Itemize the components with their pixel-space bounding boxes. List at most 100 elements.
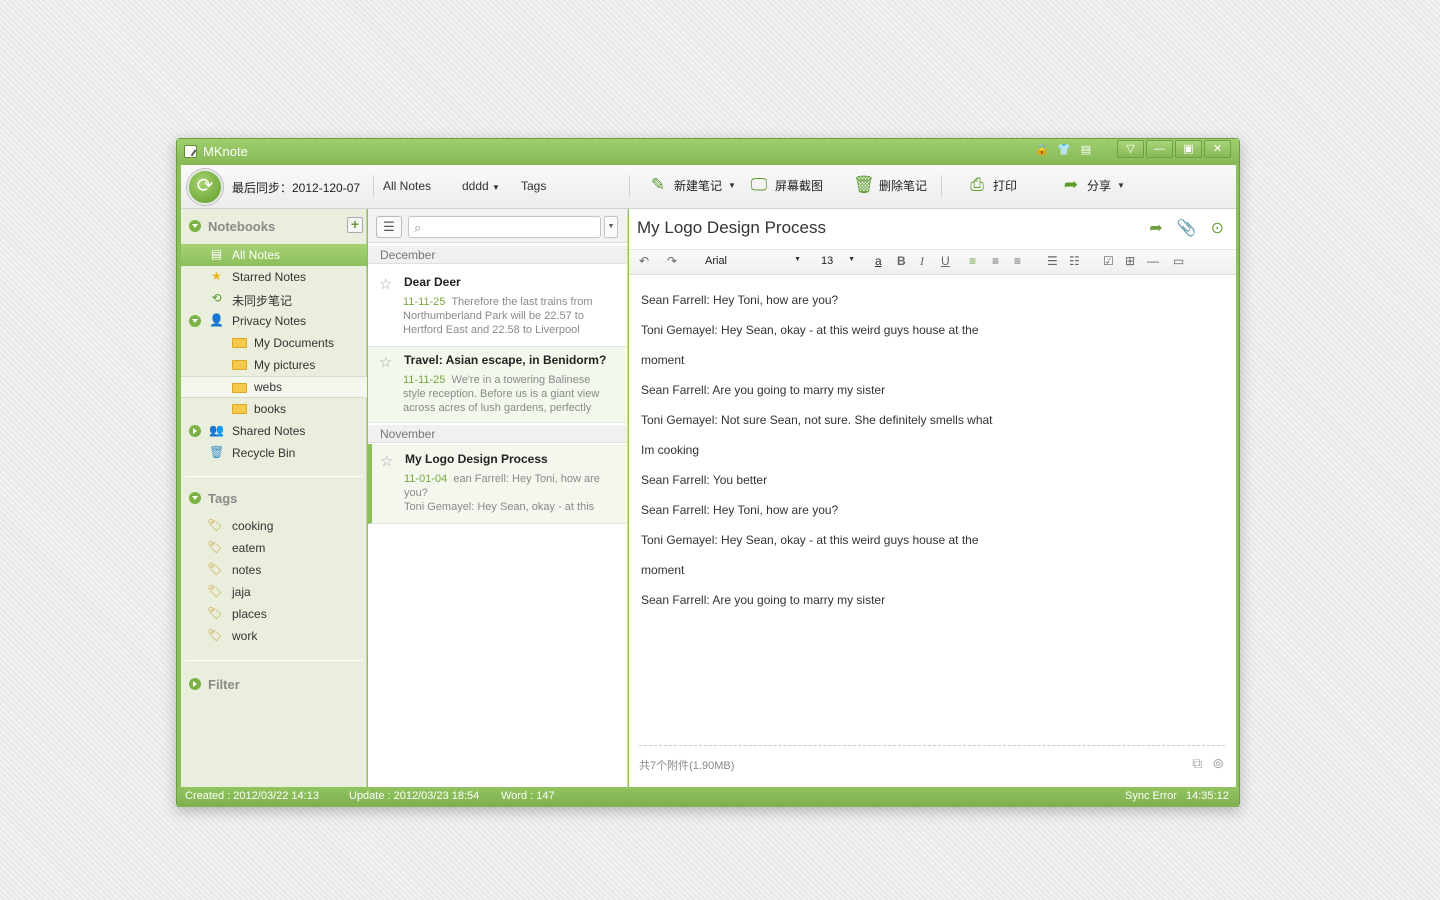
sidebar-item-recycle-bin[interactable]: 🗑 Recycle Bin (181, 442, 367, 464)
share-button[interactable]: ➦ 分享 ▼ (1061, 175, 1125, 195)
sync-button[interactable]: ⟳ (187, 169, 223, 205)
new-note-button[interactable]: ✎ 新建笔记 ▼ (648, 175, 736, 195)
sidebar-item-all-notes[interactable]: ▤ All Notes (181, 244, 367, 266)
note-line: moment (641, 353, 685, 367)
notebooks-section-header[interactable]: Notebooks + (181, 211, 367, 241)
filter-header-label: Filter (208, 677, 240, 692)
attachments-summary[interactable]: 共7个附件(1.90MB) (639, 757, 734, 773)
attachment-save-icon[interactable]: ⧉ (1192, 755, 1202, 772)
attachment-expand-icon[interactable]: ⊚ (1212, 755, 1224, 772)
star-outline-icon[interactable]: ☆ (380, 452, 393, 470)
group-header-november: November (368, 425, 627, 443)
folder-icon (232, 404, 247, 414)
sidebar-item-my-pictures[interactable]: My pictures (181, 354, 367, 376)
tag-label: places (232, 607, 267, 621)
align-center-icon[interactable]: ≡ (992, 254, 999, 268)
sync-status[interactable]: Sync Error (1125, 790, 1177, 802)
note-line: Sean Farrell: Are you going to marry my … (641, 593, 886, 607)
checkbox-icon[interactable]: ☑ (1103, 254, 1114, 268)
folder-icon (232, 338, 247, 348)
search-box[interactable]: ⌕ (408, 216, 601, 238)
notes-icon: ▤ (210, 247, 223, 261)
add-notebook-button[interactable]: + (347, 217, 363, 233)
app-window: MKnote 🔒 👕 ▤ ▽ — ▣ ✕ ⟳ 最后同步：2012-120-07 … (176, 138, 1240, 807)
note-line: Toni Gemayel: Not sure Sean, not sure. S… (641, 413, 993, 427)
note-item-travel[interactable]: ☆ Travel: Asian escape, in Benidorm? 11-… (368, 347, 627, 423)
sidebar-item-starred-notes[interactable]: ★ Starred Notes (181, 266, 367, 288)
menu-dropdown-button[interactable]: ▽ (1117, 140, 1144, 158)
sidebar-item-unsynced-notes[interactable]: ⟲ 未同步笔记 (181, 288, 367, 310)
close-button[interactable]: ✕ (1204, 140, 1231, 158)
tag-item-work[interactable]: 🏷 work (181, 625, 367, 647)
folder-icon (232, 360, 247, 370)
word-count: Word : 147 (501, 790, 555, 802)
redo-icon[interactable]: ↷ (667, 254, 677, 268)
sidebar-item-my-documents[interactable]: My Documents (181, 332, 367, 354)
list-view-button[interactable]: ☰ (376, 216, 402, 238)
maximize-button[interactable]: ▣ (1175, 140, 1202, 158)
shirt-icon[interactable]: 👕 (1057, 143, 1071, 157)
note-item-logo-design[interactable]: ☆ My Logo Design Process 11-01-04 ean Fa… (368, 444, 627, 524)
sidebar-item-privacy-notes[interactable]: 👤 Privacy Notes (181, 310, 367, 332)
expand-icon[interactable] (189, 425, 201, 437)
italic-icon[interactable]: I (920, 254, 924, 269)
notebook-filter-label: dddd (462, 179, 489, 193)
user-icon: 👤 (209, 313, 224, 327)
search-input[interactable] (433, 219, 593, 235)
star-outline-icon[interactable]: ☆ (379, 275, 392, 293)
search-options-dropdown[interactable]: ▼ (604, 216, 618, 238)
numbered-list-icon[interactable]: ☷ (1069, 254, 1080, 268)
sidebar-item-books[interactable]: books (181, 398, 367, 420)
note-snippet: 11-11-25 We're in a towering Balinese st… (403, 373, 615, 415)
tags-link[interactable]: Tags (521, 179, 546, 193)
tag-item-cooking[interactable]: 🏷 cooking (181, 515, 367, 537)
table-icon[interactable]: ⊞ (1125, 254, 1135, 268)
print-button[interactable]: ⎙ 打印 (967, 175, 1017, 195)
bullet-list-icon[interactable]: ☰ (1047, 254, 1058, 268)
all-notes-link[interactable]: All Notes (383, 179, 431, 193)
font-family-select[interactable]: Arial ▼ (705, 255, 801, 267)
users-icon: 👥 (209, 423, 224, 437)
font-color-icon[interactable]: a (875, 254, 882, 268)
horizontal-rule-icon[interactable]: — (1147, 254, 1159, 268)
bold-icon[interactable]: B (897, 254, 906, 268)
filter-section-header[interactable]: Filter (181, 669, 367, 699)
tags-header-label: Tags (208, 491, 238, 506)
tags-section-header[interactable]: Tags (181, 483, 367, 513)
notebook-filter-dropdown[interactable]: dddd ▼ (462, 179, 500, 193)
share-forward-icon[interactable]: ➦ (1149, 218, 1162, 238)
star-outline-icon[interactable]: ☆ (379, 353, 392, 371)
unsync-icon: ⟲ (211, 291, 222, 305)
more-options-icon[interactable]: ⊙ (1211, 218, 1224, 238)
tag-item-jaja[interactable]: 🏷 jaja (181, 581, 367, 603)
align-left-icon[interactable]: ≡ (969, 254, 976, 268)
note-date: 11-11-25 (403, 374, 446, 386)
sidebar-item-webs[interactable]: webs (181, 376, 367, 398)
align-right-icon[interactable]: ≡ (1014, 254, 1021, 268)
undo-icon[interactable]: ↶ (639, 254, 649, 268)
underline-icon[interactable]: U (941, 254, 950, 268)
note-line: Toni Gemayel: Hey Sean, okay - at this w… (641, 323, 979, 337)
tag-item-notes[interactable]: 🏷 notes (181, 559, 367, 581)
minimize-button[interactable]: — (1146, 140, 1173, 158)
note-body[interactable]: Sean Farrell: Hey Toni, how are you? Ton… (641, 285, 1221, 615)
sidebar-item-label: webs (254, 380, 283, 394)
tag-item-eatem[interactable]: 🏷 eatem (181, 537, 367, 559)
font-size-select[interactable]: 13 ▼ (821, 255, 855, 267)
note-item-dear-deer[interactable]: ☆ Dear Deer 11-11-25 Therefore the last … (368, 265, 627, 347)
image-icon[interactable]: ▭ (1173, 254, 1184, 268)
font-family-value: Arial (705, 255, 728, 267)
message-icon[interactable]: ▤ (1079, 143, 1093, 157)
note-title: Dear Deer (404, 275, 461, 289)
lock-icon[interactable]: 🔒 (1035, 143, 1049, 157)
title-bar[interactable]: MKnote 🔒 👕 ▤ ▽ — ▣ ✕ (177, 139, 1239, 165)
tag-item-places[interactable]: 🏷 places (181, 603, 367, 625)
expand-icon[interactable] (189, 315, 201, 327)
note-title-field[interactable]: My Logo Design Process (637, 218, 826, 238)
sidebar-item-shared-notes[interactable]: 👥 Shared Notes (181, 420, 367, 442)
screenshot-button[interactable]: 🖵 屏幕截图 (749, 175, 823, 195)
delete-note-button[interactable]: 🗑 删除笔记 (853, 175, 927, 195)
collapse-icon (189, 220, 201, 232)
attach-icon[interactable]: 📎 (1177, 218, 1197, 238)
tag-icon: 🏷 (207, 606, 223, 620)
